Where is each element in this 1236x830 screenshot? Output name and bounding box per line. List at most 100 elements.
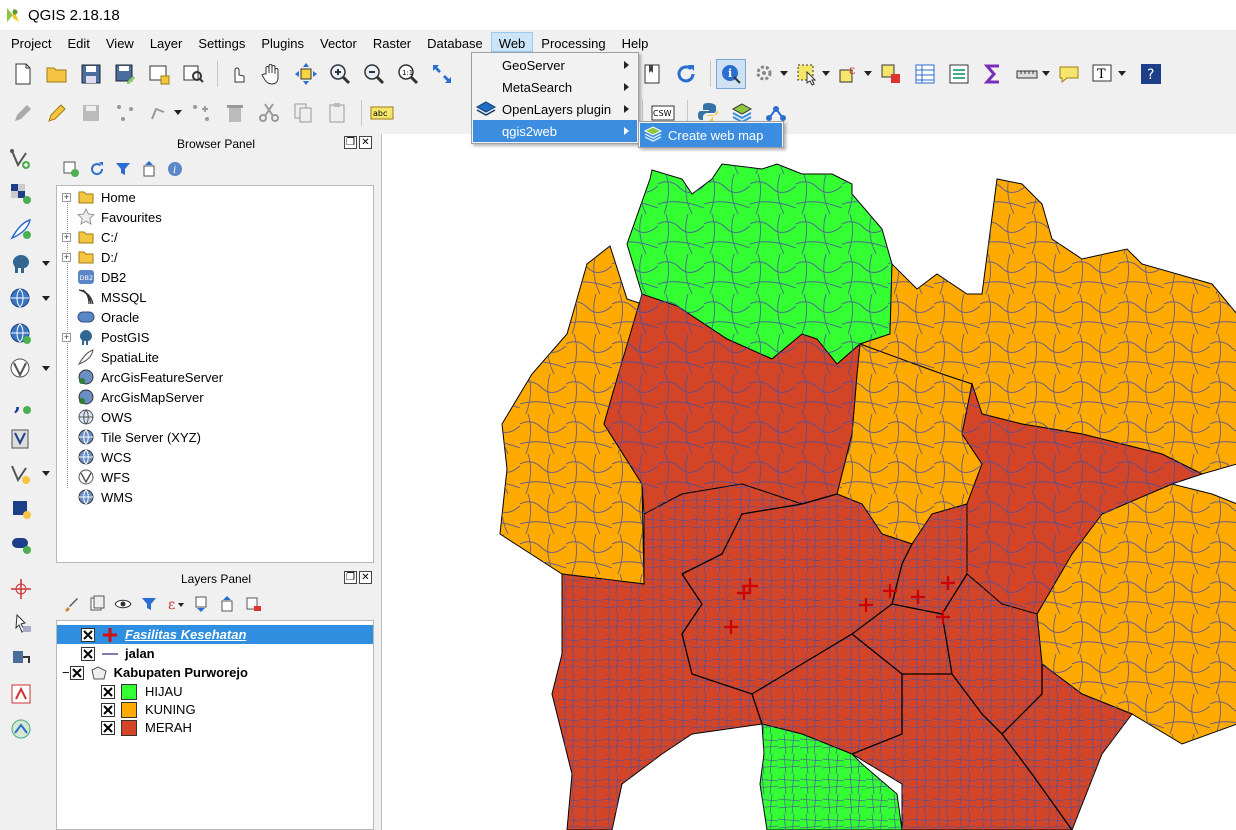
zoom-out-button[interactable] [359, 59, 389, 89]
layer-labeling-button[interactable]: abc [367, 98, 397, 128]
save-layer-edits-button[interactable] [76, 98, 106, 128]
node-tool-button[interactable] [186, 98, 216, 128]
paste-features-button[interactable] [322, 98, 352, 128]
browser-item-wms[interactable]: WMS [57, 487, 133, 507]
expand-toggle-icon[interactable]: + [62, 252, 71, 262]
browser-item-wfs[interactable]: WFS [57, 467, 130, 487]
add-delimited-text-button[interactable]: , [6, 389, 36, 419]
web-menu-item-geoserver[interactable]: GeoServer [473, 54, 637, 76]
menu-vector[interactable]: Vector [312, 32, 365, 52]
menu-plugins[interactable]: Plugins [253, 32, 312, 52]
pan-map-button[interactable] [257, 59, 287, 89]
zoom-full-button[interactable] [427, 59, 457, 89]
browser-item-c[interactable]: + C:/ [57, 227, 118, 247]
save-as-button[interactable] [110, 59, 140, 89]
georeferencer-button[interactable] [6, 679, 36, 709]
collapse-all-layers-button[interactable] [218, 595, 236, 613]
topology-checker-button[interactable] [6, 714, 36, 744]
legend-class-merah[interactable]: MERAH [101, 718, 192, 737]
add-wcs-layer-button[interactable] [6, 319, 36, 349]
menu-project[interactable]: Project [3, 32, 59, 52]
browser-item-favourites[interactable]: Favourites [57, 207, 162, 227]
zoom-in-button[interactable] [325, 59, 355, 89]
layer-visibility-checkbox[interactable] [81, 627, 95, 642]
filter-by-expression-button[interactable]: ε [166, 595, 184, 613]
delete-selected-button[interactable] [220, 98, 250, 128]
menu-layer[interactable]: Layer [142, 32, 191, 52]
toggle-editing-button[interactable] [42, 98, 72, 128]
run-feature-action-button[interactable] [750, 59, 788, 89]
browser-item-ows[interactable]: OWS [57, 407, 132, 427]
touch-zoom-button[interactable] [223, 59, 253, 89]
dropdown-arrow-icon[interactable] [864, 71, 872, 76]
menu-edit[interactable]: Edit [59, 32, 97, 52]
dropdown-arrow-icon[interactable] [42, 261, 50, 266]
panel-float-button[interactable]: ❐ [344, 571, 357, 584]
add-raster-layer-button[interactable] [6, 179, 36, 209]
add-wms-layer-button[interactable] [6, 284, 50, 314]
expand-toggle-icon[interactable]: + [62, 192, 71, 202]
dropdown-arrow-icon[interactable] [42, 366, 50, 371]
collapse-all-button[interactable] [140, 160, 158, 178]
filter-legend-button[interactable] [140, 595, 158, 613]
offline-editing-button[interactable] [6, 644, 36, 674]
add-postgis-layer-button[interactable] [6, 249, 50, 279]
add-virtual-layer-button[interactable] [6, 424, 36, 454]
dropdown-arrow-icon[interactable] [1042, 71, 1050, 76]
new-project-button[interactable] [8, 59, 38, 89]
refresh-browser-button[interactable] [88, 160, 106, 178]
add-group-button[interactable] [88, 595, 106, 613]
pan-to-selection-button[interactable] [291, 59, 321, 89]
class-visibility-checkbox[interactable] [101, 720, 115, 735]
measure-line-button[interactable] [1012, 59, 1050, 89]
layer-row-kabupaten-purworejo[interactable]: − Kabupaten Purworejo [57, 663, 248, 682]
expand-toggle-icon[interactable]: + [62, 232, 71, 242]
add-wfs-layer-button[interactable] [6, 354, 50, 384]
new-print-composer-button[interactable] [144, 59, 174, 89]
help-whats-this-button[interactable]: ? [1136, 59, 1166, 89]
web-menu-item-metasearch[interactable]: MetaSearch [473, 76, 637, 98]
current-edits-button[interactable] [8, 98, 38, 128]
browser-item-d[interactable]: + D:/ [57, 247, 118, 267]
text-annotation-button[interactable]: T [1088, 59, 1126, 89]
dropdown-arrow-icon[interactable] [42, 296, 50, 301]
open-project-button[interactable] [42, 59, 72, 89]
filter-browser-button[interactable] [114, 160, 132, 178]
browser-item-tile-server-xyz[interactable]: Tile Server (XYZ) [57, 427, 201, 447]
add-selected-layers-button[interactable] [62, 160, 80, 178]
legend-class-kuning[interactable]: KUNING [101, 700, 196, 719]
browser-item-arcgismapserver[interactable]: ArcGisMapServer [57, 387, 204, 407]
collapse-toggle-icon[interactable]: − [62, 665, 70, 680]
menu-web[interactable]: Web [490, 32, 534, 52]
refresh-button[interactable] [671, 59, 701, 89]
deselect-features-button[interactable] [876, 59, 906, 89]
add-spatialite-layer-button[interactable] [6, 214, 36, 244]
dropdown-arrow-icon[interactable] [1118, 71, 1126, 76]
dropdown-arrow-icon[interactable] [780, 71, 788, 76]
expand-all-button[interactable] [192, 595, 210, 613]
expand-toggle-icon[interactable]: + [62, 332, 71, 342]
layer-visibility-checkbox[interactable] [69, 665, 84, 680]
field-calculator-button[interactable] [944, 59, 974, 89]
panel-close-button[interactable]: ✕ [359, 571, 372, 584]
map-svg[interactable] [382, 134, 1236, 830]
select-by-expression-button[interactable]: ε [834, 59, 872, 89]
select-features-button[interactable] [792, 59, 830, 89]
browser-item-mssql[interactable]: MSSQL [57, 287, 147, 307]
enable-properties-button[interactable]: i [166, 160, 184, 178]
layer-row-fasilitas-kesehatan[interactable]: Fasilitas Kesehatan [57, 625, 373, 644]
browser-item-wcs[interactable]: WCS [57, 447, 131, 467]
browser-item-arcgisfeatureserver[interactable]: ArcGisFeatureServer [57, 367, 223, 387]
map-tips-button[interactable] [1054, 59, 1084, 89]
menu-database[interactable]: Database [419, 32, 491, 52]
copy-features-button[interactable] [288, 98, 318, 128]
bookmark-button[interactable] [637, 59, 667, 89]
remove-layer-button[interactable] [244, 595, 262, 613]
layer-row-jalan[interactable]: jalan [57, 644, 155, 663]
add-mssql-layer-button[interactable] [6, 494, 36, 524]
zoom-actual-size-button[interactable]: 1:1 [393, 59, 423, 89]
add-feature-button[interactable] [110, 98, 140, 128]
menu-help[interactable]: Help [614, 32, 657, 52]
add-vector-layer-button[interactable] [6, 144, 36, 174]
new-vector-layer-button[interactable] [6, 459, 50, 489]
